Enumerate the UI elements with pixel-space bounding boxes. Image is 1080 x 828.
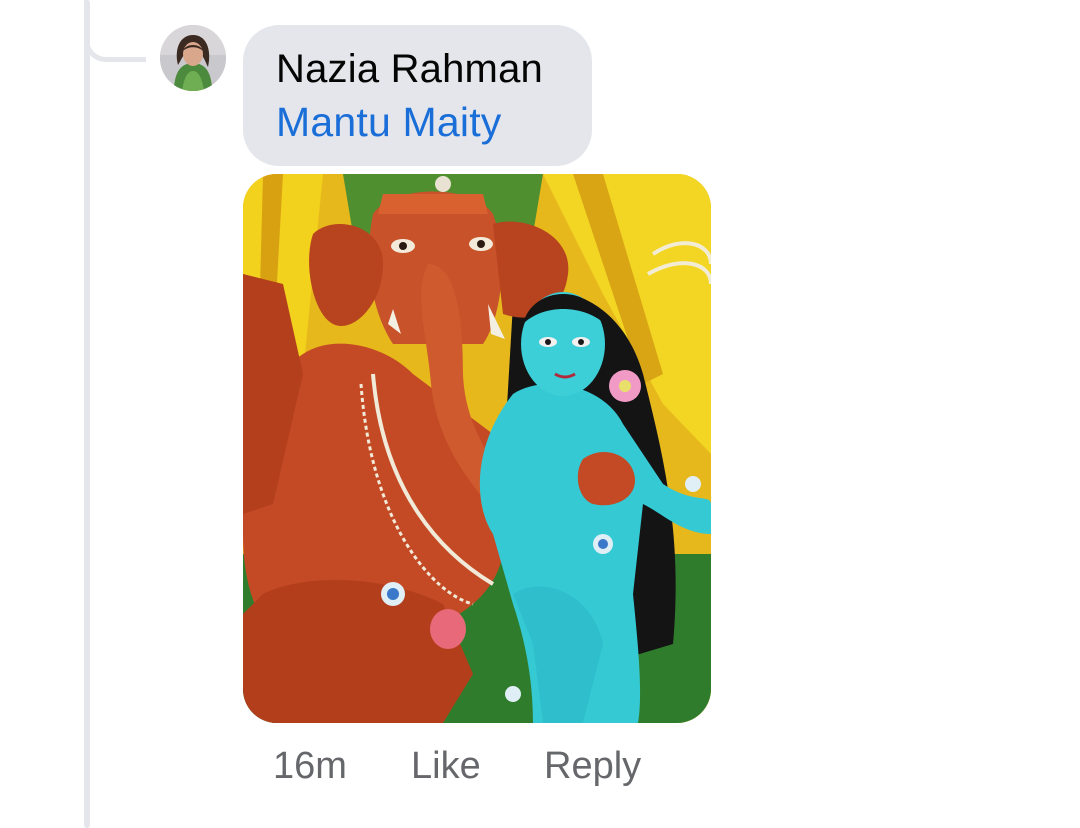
comment-thread: Nazia Rahman Mantu Maity 16m Like Reply (0, 0, 1080, 828)
thread-connector-line (84, 0, 90, 828)
avatar[interactable] (160, 25, 226, 91)
reply-connector-elbow (84, 0, 146, 62)
profile-photo-icon (160, 25, 226, 91)
comment-bubble: Nazia Rahman Mantu Maity (243, 25, 592, 166)
like-button[interactable]: Like (411, 740, 481, 792)
mentioned-user-link[interactable]: Mantu Maity (276, 95, 592, 149)
comment-attachment-photo[interactable] (243, 174, 711, 723)
idol-sculpture-image (243, 174, 711, 723)
comment-author-name[interactable]: Nazia Rahman (276, 43, 592, 95)
comment-timestamp[interactable]: 16m (273, 740, 347, 792)
reply-button[interactable]: Reply (544, 740, 641, 792)
